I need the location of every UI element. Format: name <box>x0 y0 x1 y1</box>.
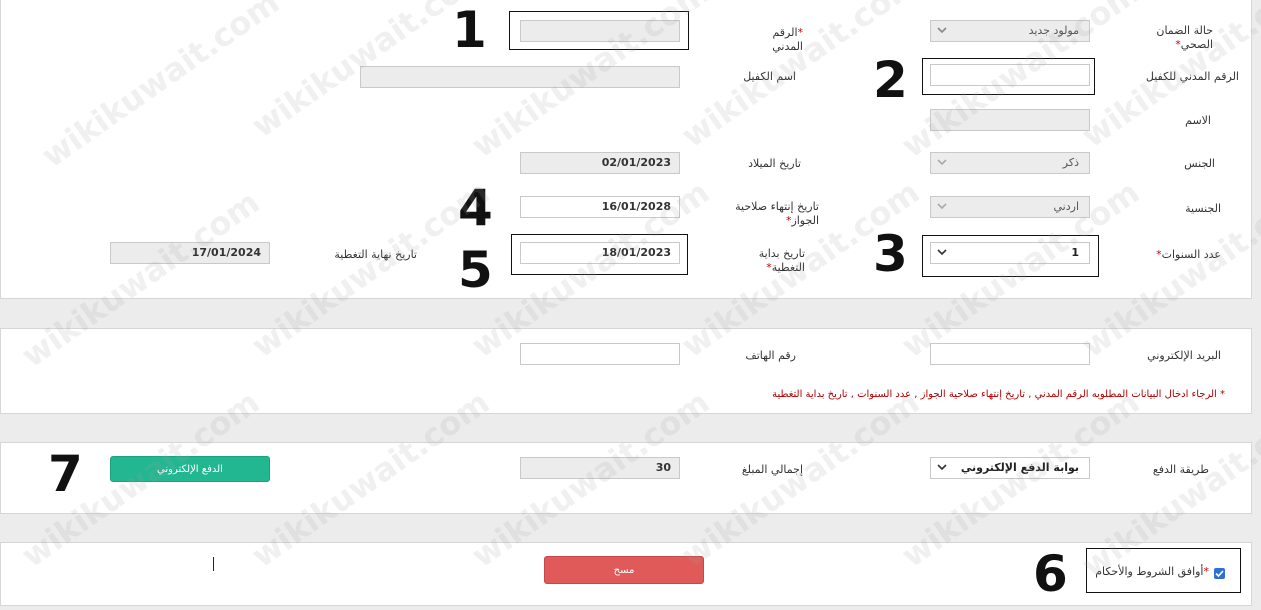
email-label: البريد الإلكتروني <box>1147 349 1221 362</box>
chevron-down-icon <box>935 458 947 478</box>
nationality-label: الجنسية <box>1185 202 1221 215</box>
email-input[interactable] <box>930 343 1090 365</box>
nationality-select: اردني <box>930 196 1090 218</box>
coverage-start-label: تاريخ بداية التغطية* <box>758 247 805 274</box>
chevron-down-icon <box>935 153 947 173</box>
annotation-number: 7 <box>48 445 83 503</box>
payment-panel: طريقة الدفع بوابة الدفع الإلكتروني إجمال… <box>0 442 1252 514</box>
passport-expiry-input[interactable]: 16/01/2028 <box>520 196 680 218</box>
highlight-box-3 <box>922 235 1099 277</box>
birthdate-label: تاريخ الميلاد <box>748 157 801 170</box>
clear-button[interactable]: مسح <box>544 556 704 584</box>
chevron-down-icon <box>935 21 947 41</box>
coverage-end-label: تاريخ نهاية التغطية <box>334 248 417 261</box>
highlight-box-2 <box>922 58 1095 95</box>
annotation-number: 2 <box>873 51 908 109</box>
highlight-box-5 <box>511 234 688 275</box>
birthdate-input: 02/01/2023 <box>520 152 680 174</box>
payment-method-select[interactable]: بوابة الدفع الإلكتروني <box>930 457 1090 479</box>
highlight-box-1 <box>509 11 689 50</box>
civil-id-label: *الرقم المدني <box>772 26 803 53</box>
gender-select: ذكر <box>930 152 1090 174</box>
total-amount-label: إجمالي المبلغ <box>741 463 803 476</box>
name-input <box>930 109 1090 131</box>
annotation-number: 4 <box>458 179 493 237</box>
insurance-status-label: حالة الضمان الصحي* <box>1156 24 1213 51</box>
phone-input[interactable] <box>520 343 680 365</box>
required-fields-warning: * الرجاء ادخال البيانات المطلوبه الرقم ا… <box>772 389 1225 400</box>
text-cursor <box>213 557 214 571</box>
years-label: عدد السنوات* <box>1156 248 1221 261</box>
coverage-end-input: 17/01/2024 <box>110 242 270 264</box>
electronic-pay-button[interactable]: الدفع الإلكتروني <box>110 456 270 482</box>
sponsor-name-label: اسم الكفيل <box>743 70 796 83</box>
annotation-number: 5 <box>458 241 493 299</box>
annotation-number: 3 <box>873 225 908 283</box>
gender-label: الجنس <box>1184 157 1215 170</box>
phone-label: رقم الهاتف <box>745 349 796 362</box>
annotation-number: 6 <box>1033 545 1068 603</box>
insurance-status-select[interactable]: مولود جديد <box>930 20 1090 42</box>
annotation-number: 1 <box>452 1 487 59</box>
contact-panel: البريد الإلكتروني رقم الهاتف * الرجاء اد… <box>0 328 1252 414</box>
chevron-down-icon <box>935 197 947 217</box>
name-label: الاسم <box>1185 114 1211 127</box>
highlight-box-6 <box>1086 548 1241 593</box>
sponsor-name-input <box>360 66 680 88</box>
sponsor-civil-id-label: الرقم المدني للكفيل <box>1145 70 1239 83</box>
total-amount-input: 30 <box>520 457 680 479</box>
passport-expiry-label: تاريخ إنتهاء صلاحية الجواز* <box>735 200 819 227</box>
payment-method-label: طريقة الدفع <box>1152 463 1209 476</box>
